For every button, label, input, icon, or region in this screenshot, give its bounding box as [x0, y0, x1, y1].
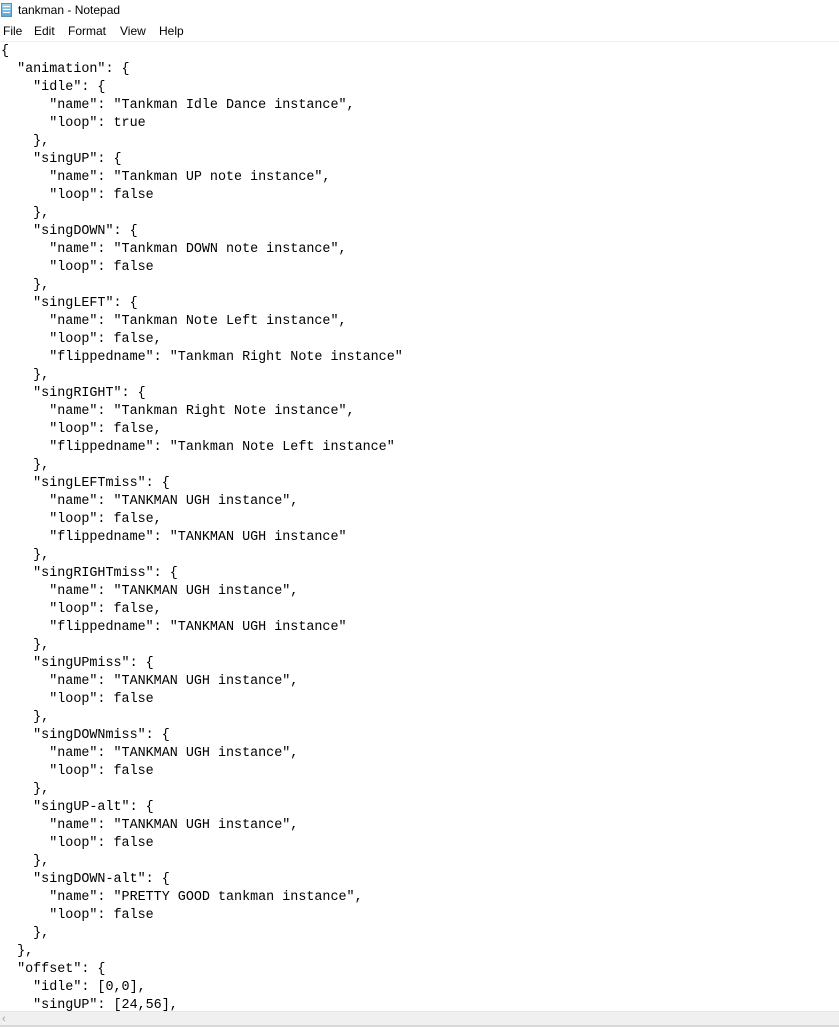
editor-line[interactable]: "singLEFT": { — [1, 295, 403, 313]
menu-view[interactable]: View — [120, 24, 146, 38]
editor-content[interactable]: { "animation": { "idle": { "name": "Tank… — [1, 43, 403, 1011]
editor-line[interactable]: "loop": false — [1, 763, 403, 781]
editor-line[interactable]: "singDOWNmiss": { — [1, 727, 403, 745]
editor-line[interactable]: "loop": false — [1, 691, 403, 709]
editor-line[interactable]: "loop": false — [1, 907, 403, 925]
editor-line[interactable]: "loop": false — [1, 187, 403, 205]
horizontal-scrollbar[interactable]: ‹ — [0, 1011, 839, 1027]
editor-line[interactable]: "offset": { — [1, 961, 403, 979]
text-editor[interactable]: { "animation": { "idle": { "name": "Tank… — [0, 42, 839, 1011]
editor-line[interactable]: "loop": false, — [1, 511, 403, 529]
menu-help[interactable]: Help — [159, 24, 184, 38]
editor-line[interactable]: }, — [1, 853, 403, 871]
menu-edit[interactable]: Edit — [34, 24, 55, 38]
editor-line[interactable]: "name": "TANKMAN UGH instance", — [1, 817, 403, 835]
editor-line[interactable]: }, — [1, 133, 403, 151]
editor-line[interactable]: "flippedname": "Tankman Right Note insta… — [1, 349, 403, 367]
editor-line[interactable]: }, — [1, 205, 403, 223]
editor-line[interactable]: }, — [1, 637, 403, 655]
editor-line[interactable]: }, — [1, 925, 403, 943]
editor-line[interactable]: "singUP": [24,56], — [1, 997, 403, 1011]
editor-line[interactable]: "name": "TANKMAN UGH instance", — [1, 673, 403, 691]
editor-line[interactable]: }, — [1, 367, 403, 385]
editor-line[interactable]: "animation": { — [1, 61, 403, 79]
editor-line[interactable]: "name": "Tankman UP note instance", — [1, 169, 403, 187]
editor-line[interactable]: "idle": [0,0], — [1, 979, 403, 997]
editor-line[interactable]: "name": "TANKMAN UGH instance", — [1, 493, 403, 511]
editor-line[interactable]: "name": "Tankman DOWN note instance", — [1, 241, 403, 259]
editor-line[interactable]: }, — [1, 457, 403, 475]
editor-line[interactable]: "singUPmiss": { — [1, 655, 403, 673]
notepad-icon — [1, 3, 12, 17]
editor-line[interactable]: }, — [1, 709, 403, 727]
editor-line[interactable]: "singLEFTmiss": { — [1, 475, 403, 493]
editor-line[interactable]: "idle": { — [1, 79, 403, 97]
scroll-left-arrow-icon[interactable]: ‹ — [2, 1013, 6, 1025]
window-title: tankman - Notepad — [18, 3, 121, 17]
editor-line[interactable]: "singUP-alt": { — [1, 799, 403, 817]
editor-line[interactable]: "flippedname": "TANKMAN UGH instance" — [1, 619, 403, 637]
menu-format[interactable]: Format — [68, 24, 106, 38]
title-bar: tankman - Notepad — [0, 0, 839, 22]
editor-line[interactable]: "singDOWN-alt": { — [1, 871, 403, 889]
menu-bar: File Edit Format View Help — [0, 22, 839, 42]
editor-line[interactable]: "flippedname": "Tankman Note Left instan… — [1, 439, 403, 457]
editor-line[interactable]: "loop": false, — [1, 331, 403, 349]
editor-line[interactable]: "loop": false, — [1, 601, 403, 619]
editor-line[interactable]: "flippedname": "TANKMAN UGH instance" — [1, 529, 403, 547]
editor-line[interactable]: "loop": false — [1, 835, 403, 853]
editor-line[interactable]: "name": "Tankman Right Note instance", — [1, 403, 403, 421]
editor-line[interactable]: { — [1, 43, 403, 61]
editor-line[interactable]: "loop": true — [1, 115, 403, 133]
editor-line[interactable]: }, — [1, 547, 403, 565]
editor-line[interactable]: "name": "PRETTY GOOD tankman instance", — [1, 889, 403, 907]
editor-line[interactable]: "singDOWN": { — [1, 223, 403, 241]
editor-line[interactable]: "name": "TANKMAN UGH instance", — [1, 583, 403, 601]
editor-line[interactable]: "loop": false, — [1, 421, 403, 439]
editor-line[interactable]: "name": "Tankman Idle Dance instance", — [1, 97, 403, 115]
menu-file[interactable]: File — [3, 24, 22, 38]
editor-line[interactable]: "name": "TANKMAN UGH instance", — [1, 745, 403, 763]
editor-line[interactable]: }, — [1, 277, 403, 295]
editor-line[interactable]: }, — [1, 943, 403, 961]
editor-line[interactable]: }, — [1, 781, 403, 799]
editor-line[interactable]: "name": "Tankman Note Left instance", — [1, 313, 403, 331]
editor-line[interactable]: "loop": false — [1, 259, 403, 277]
editor-line[interactable]: "singUP": { — [1, 151, 403, 169]
editor-line[interactable]: "singRIGHT": { — [1, 385, 403, 403]
editor-line[interactable]: "singRIGHTmiss": { — [1, 565, 403, 583]
